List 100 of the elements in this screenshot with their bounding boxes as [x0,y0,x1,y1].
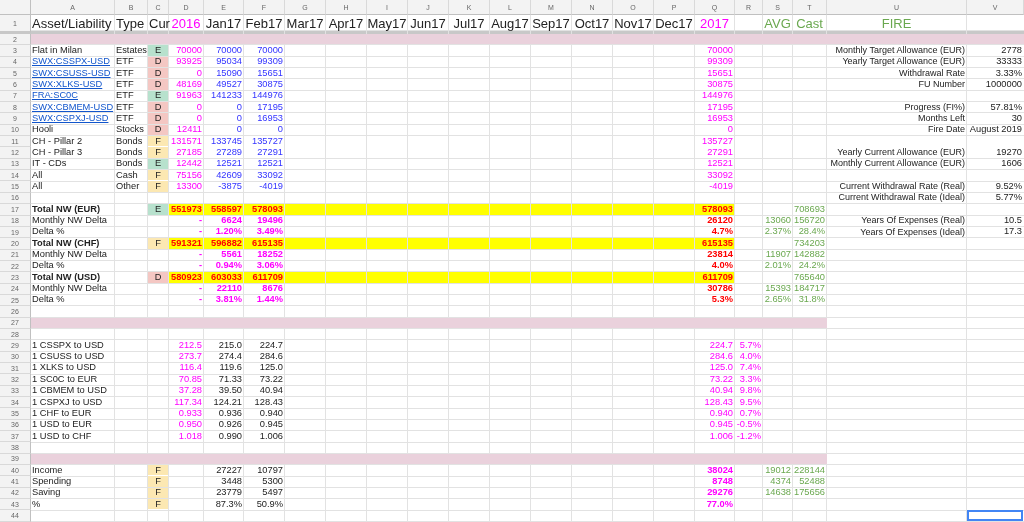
table-cell-text: 99309 [706,56,734,68]
highlighted-cell [531,204,571,215]
table-cell-text: 1 USD to EUR [31,419,93,431]
table-cell-text: 10797 [256,465,284,476]
table-cell-text: 19270 [995,147,1023,158]
table-cell-text: 12521 [706,158,734,170]
table-cell-text: 16953 [706,113,734,124]
table-cell-text: 22110 [215,283,243,294]
table-cell-text: 17195 [706,102,734,113]
table-cell-text: Bonds [115,136,144,147]
table-cell-text: 8676 [261,283,284,294]
currency-tag: F [148,487,168,499]
table-cell-text: 52488 [798,476,826,487]
highlighted-cell [326,238,366,249]
table-cell-text: 49527 [215,79,243,90]
table-cell-text: 3.81% [214,294,243,306]
table-cell-text: 11907 [764,249,792,260]
table-cell-text: - [197,260,203,272]
currency-tag: F [148,181,168,192]
table-cell-text: 3.06% [255,260,284,272]
table-cell-text: 224.7 [708,340,734,351]
table-cell-text: 12521 [215,158,243,170]
table-cell-text: 215.0 [217,340,243,351]
table-cell-text: 133745 [209,136,243,147]
table-cell-text: 9.52% [994,181,1023,192]
highlighted-cell [367,238,407,249]
table-cell-text: Cash [115,170,139,181]
highlighted-cell [613,204,653,215]
table-cell-text: 75156 [175,170,203,181]
table-cell-text: 1.006 [258,431,284,442]
highlighted-cell [490,204,530,215]
link[interactable]: SWX:CBMEM-USD [32,102,114,112]
table-cell-text: CH - Pillar 2 [31,136,84,147]
table-cell-text: 1 CHF to EUR [31,408,93,419]
column-title: Jul17 [452,15,486,31]
table-cell-text: 273.7 [177,351,203,362]
table-cell-text: 48169 [175,79,203,90]
table-cell-text: 284.6 [708,351,734,362]
table-cell-text: IT - CDs [31,158,68,170]
highlighted-cell [572,204,612,215]
table-cell: 765640 [793,272,826,283]
table-cell-text: 70000 [175,45,203,56]
table-cell-text: 70000 [256,45,284,56]
table-cell: 615135 [244,238,284,249]
table-cell-text: 117.34 [173,397,203,408]
table-cell-text: 9.8% [738,385,762,396]
link[interactable]: SWX:CSSPX-USD [32,57,110,67]
table-cell-text: 91963 [175,90,203,102]
table-cell-text: ETF [115,90,135,102]
table-cell-text: 0 [195,68,203,79]
table-cell-text: Current Withdrawal Rate (Real) [838,181,966,192]
table-cell-text: Hooli [31,124,55,136]
table-cell-text: 16953 [256,113,284,124]
currency-tag: F [148,476,168,487]
table-cell-text: 0.7% [738,408,762,419]
table-cell-text: 128.43 [703,397,734,408]
link[interactable]: FRA:SC0C [32,91,78,101]
table-cell-text: Bonds [115,147,144,158]
table-cell-text: 0 [726,124,734,136]
table-cell-text: 27227 [215,465,243,476]
currency-tag: F [148,136,168,147]
link[interactable]: SWX:CSUSS-USD [32,68,111,78]
table-cell-text: Stocks [115,124,145,136]
table-cell-text: 1 SC0C to EUR [31,374,99,385]
table-cell-text: Withdrawal Rate [897,68,966,79]
table-cell-text: 30 [1010,113,1023,124]
table-cell-text: Yearly Target Allowance (EUR) [841,56,966,68]
column-title: Sep17 [531,15,571,31]
table-cell-text: 15393 [764,283,792,294]
column-title: Mar17 [285,15,325,31]
table-cell-text: ETF [115,113,135,124]
table-cell: 611709 [695,272,734,283]
highlighted-cell [449,204,489,215]
table-cell-text: 0.950 [177,419,203,431]
column-title: 2017 [699,15,730,31]
table-cell-text: 12521 [256,158,284,170]
table-cell-text: 77.0% [705,499,734,510]
currency-tag: F [148,238,168,249]
table-cell-text: 5300 [261,476,284,487]
table-cell-text: Monthly NW Delta [31,215,108,226]
highlighted-cell [654,204,694,215]
column-title: AVG [763,15,792,31]
table-cell-text: ETF [115,79,135,90]
table-cell: 596882 [204,238,243,249]
table-cell-text: 23814 [706,249,734,260]
table-cell-text: 124.21 [212,397,243,408]
table-cell-text: Years Of Expenses (Real) [860,215,966,226]
table-cell-text: 29276 [706,487,734,499]
currency-tag: D [148,68,168,79]
table-cell-text: 17195 [256,102,284,113]
table-cell-text: ETF [115,56,135,68]
table-cell-text: 19496 [256,215,284,226]
table-cell-text: All [31,181,44,192]
link[interactable]: SWX:CSPXJ-USD [32,113,109,124]
table-cell-text: 1.006 [708,431,734,442]
table-cell-text: Total NW (EUR) [31,204,101,215]
link[interactable]: SWX:XLKS-USD [32,79,103,90]
selected-cell[interactable] [967,510,1023,521]
table-cell-text: 0 [276,124,284,136]
table-cell-text: 33092 [706,170,734,181]
